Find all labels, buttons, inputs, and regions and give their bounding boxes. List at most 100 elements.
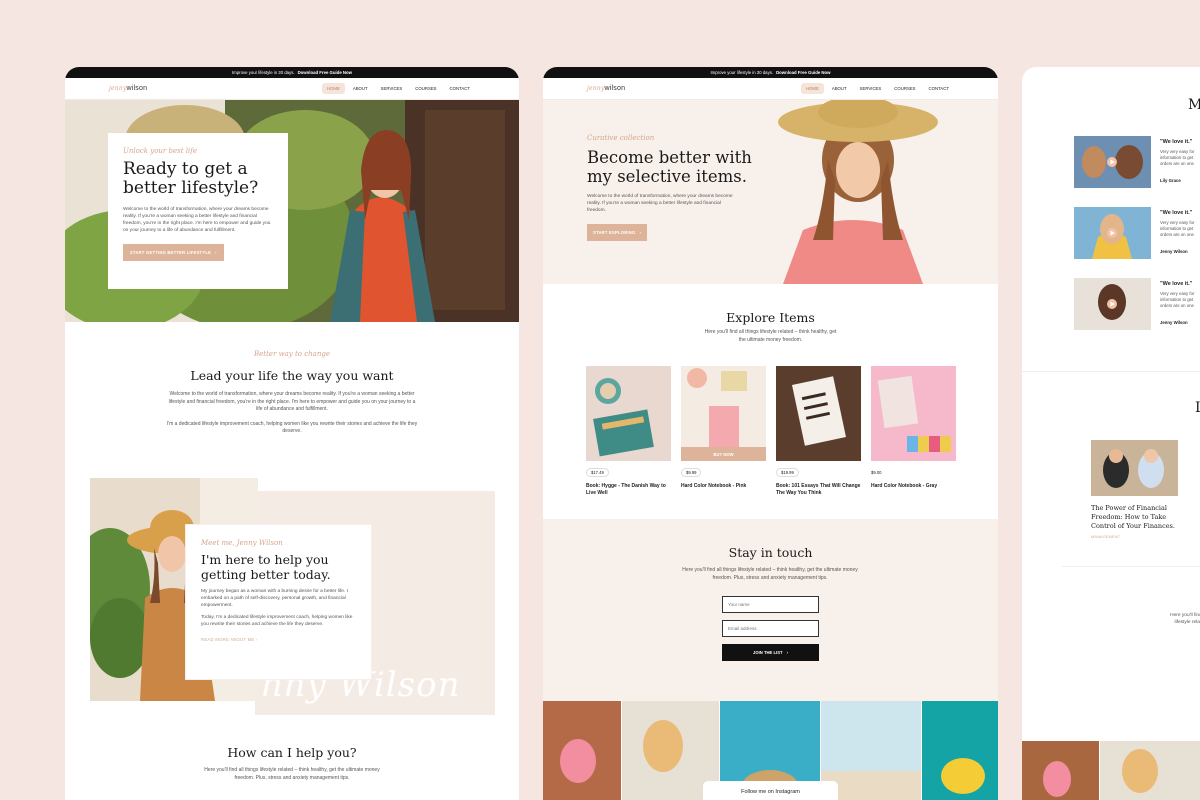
testimonial-quote: "We love it." [1160,210,1193,216]
announcement-link[interactable]: Download Free Guide Now [776,70,830,75]
nav-about[interactable]: ABOUT [827,83,852,94]
brand-logo[interactable]: jennywilson [109,85,147,92]
help-title: How can I help you? [227,745,357,760]
explore-section: Explore Items Here you'll find all thing… [543,310,998,344]
meet-title: I'm here to help you getting better toda… [201,552,331,582]
hero-section: Unlock your best life Ready to get a bet… [65,100,519,322]
product-card[interactable]: $17.49 Book: Hygge - The Danish Way to L… [586,366,671,497]
hero-title: Ready to get a better lifestyle? [123,159,259,198]
testimonials-panel: M "We love it." Very very easy for infor… [1022,67,1200,800]
main-nav: HOME ABOUT SERVICES COURSES CONTACT [321,83,475,94]
product-grid: $17.49 Book: Hygge - The Danish Way to L… [586,366,956,506]
nav-courses[interactable]: COURSES [410,83,441,94]
product-name: Hard Color Notebook - Pink [681,483,747,489]
shop-hero-photo [778,100,938,284]
shop-hero-title: Become better with my selective items. [587,148,752,186]
newsletter-body: Here you'll find all things lifestyle re… [682,567,858,581]
start-exploring-button[interactable]: START EXPLORING › [587,224,648,241]
testimonial-video-thumb[interactable] [1074,136,1151,188]
nav-services[interactable]: SERVICES [376,83,408,94]
instagram-label[interactable]: Follow me on Instagram [703,781,838,800]
site-header: jennywilson HOME ABOUT SERVICES COURSES … [543,78,998,100]
section-heading2-partial: L [1195,400,1200,416]
product-card[interactable]: $9.00 Hard Color Notebook - Gray [871,366,956,490]
testimonial-item: "We love it." Very very easy for informa… [1074,278,1200,330]
announcement-link[interactable]: Download Free Guide Now [298,70,352,75]
lead-eyebrow: Better way to change [254,350,330,358]
testimonial-author: Jenny Wilson [1160,320,1188,325]
nav-contact[interactable]: CONTACT [445,83,475,94]
testimonial-author: Lily Grace [1160,178,1181,183]
buy-now-button[interactable]: BUY NOW [681,447,766,461]
nav-courses[interactable]: COURSES [889,83,920,94]
chevron-right-icon: › [255,637,258,642]
join-list-button[interactable]: JOIN THE LIST › [722,644,819,661]
shop-panel: Improve your lifestyle in 30 days. Downl… [543,67,998,800]
announcement-text: Improve your lifestyle in 30 days. [231,70,295,75]
meet-card: Meet me, Jenny Wilson I'm here to help y… [186,525,371,679]
instagram-strip: Follow me on Instagram [543,701,998,800]
announcement-bar: Improve your lifestyle in 30 days. Downl… [543,67,998,78]
chevron-right-icon: › [786,650,788,655]
side-photo-strip [1022,741,1200,800]
testimonial-video-thumb[interactable] [1074,278,1151,330]
announcement-text: Improve your lifestyle in 30 days. [710,70,774,75]
testimonial-quote: "We love it." [1160,281,1193,287]
product-card[interactable]: BUY NOW $9.99 Hard Color Notebook - Pink [681,366,766,490]
section-divider [1022,371,1200,372]
product-image [776,366,861,461]
chevron-right-icon: › [215,250,217,255]
chevron-right-icon: › [639,230,642,235]
product-name: Hard Color Notebook - Gray [871,483,938,489]
lead-paragraph-2: I'm a dedicated lifestyle improvement co… [166,420,418,435]
testimonial-item: "We love it." Very very easy for informa… [1074,136,1200,188]
product-name: Book: Hygge - The Danish Way to Live Wel… [586,483,666,496]
hero-cta-button[interactable]: START GETTING BETTER LIFESTYLE › [123,244,224,261]
shop-hero-eyebrow: Curative collection [587,134,655,142]
hero-body: Welcome to the world of transformation, … [123,207,271,233]
testimonial-author: Jenny Wilson [1160,249,1188,254]
nav-home[interactable]: HOME [800,83,824,94]
name-field[interactable] [722,596,819,613]
section-divider [1062,566,1200,567]
nav-about[interactable]: ABOUT [348,83,373,94]
meet-paragraph-2: Today, I'm a dedicated lifestyle improve… [201,615,353,627]
brand-logo[interactable]: jennywilson [587,85,625,92]
nav-services[interactable]: SERVICES [855,83,887,94]
product-image-wrap: BUY NOW [681,366,766,461]
announcement-bar: Improve your lifestyle in 30 days. Downl… [65,67,519,78]
explore-body: Here you'll find all things lifestyle re… [704,329,837,343]
blog-post-image [1091,440,1178,496]
lead-section: Better way to change Lead your life the … [65,350,519,436]
nav-home[interactable]: HOME [321,83,345,94]
homepage-panel: Improve your lifestyle in 30 days. Downl… [65,67,519,800]
meet-eyebrow: Meet me, Jenny Wilson [201,539,283,547]
price-badge: $9.99 [681,468,702,477]
testimonial-video-thumb[interactable] [1074,207,1151,259]
section-heading-partial: M [1188,97,1200,113]
price-badge: $17.49 [586,468,609,477]
side-text: Here you'll find all things lifestyle re… [1170,613,1200,625]
product-name: Book: 101 Essays That Will Change The Wa… [776,483,861,496]
product-card[interactable]: $19.99 Book: 101 Essays That Will Change… [776,366,861,497]
testimonial-text: Very very easy for information to get or… [1160,220,1195,237]
blog-post-title: The Power of Financial Freedom: How to T… [1091,504,1175,530]
newsletter-title: Stay in touch [728,545,813,560]
lead-paragraph-1: Welcome to the world of transformation, … [168,391,416,412]
blog-post-tag: MANAGEMENT [1091,535,1121,539]
lead-title: Lead your life the way you want [190,368,394,383]
price-badge: $19.99 [776,468,799,477]
testimonial-quote: "We love it." [1160,139,1193,145]
nav-contact[interactable]: CONTACT [924,83,954,94]
read-more-link[interactable]: READ MORE ABOUT ME › [201,637,356,642]
testimonial-item: "We love it." Very very easy for informa… [1074,207,1200,259]
email-field[interactable] [722,620,819,637]
main-nav: HOME ABOUT SERVICES COURSES CONTACT [800,83,954,94]
blog-post-card[interactable]: The Power of Financial Freedom: How to T… [1091,440,1191,539]
product-image [586,366,671,461]
price-badge: $9.00 [871,470,882,475]
shop-hero-body: Welcome to the world of transformation, … [587,194,733,213]
site-header: jennywilson HOME ABOUT SERVICES COURSES … [65,78,519,100]
help-body: Here you'll find all things lifestyle re… [204,767,380,781]
hero-eyebrow: Unlock your best life [123,147,197,155]
